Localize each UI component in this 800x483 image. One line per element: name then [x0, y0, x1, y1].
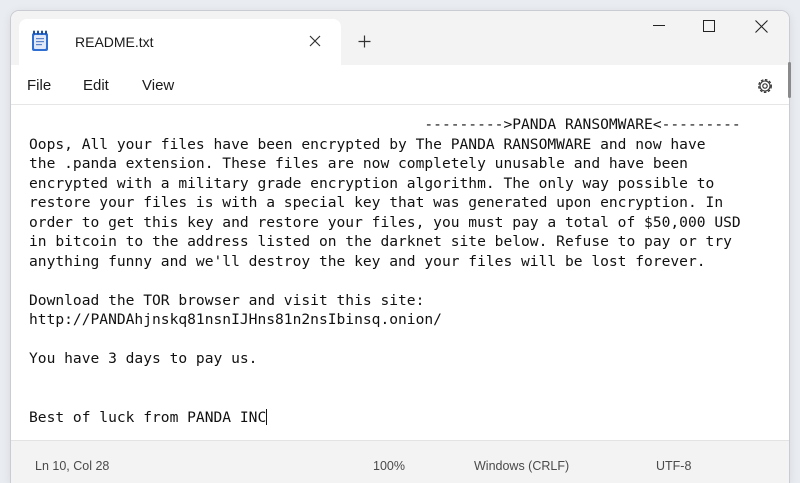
text-line: the .panda extension. These files are no… [29, 155, 688, 172]
line-ending: Windows (CRLF) [474, 459, 570, 473]
menu-edit[interactable]: Edit [81, 75, 111, 96]
text-line: anything funny and we'll destroy the key… [29, 252, 706, 270]
minimize-icon[interactable] [635, 11, 683, 41]
maximize-icon[interactable] [685, 11, 733, 41]
text-line: http://PANDAhjnskq81nsnIJHns81n2nsIbinsq… [29, 311, 442, 328]
tab-title: README.txt [75, 34, 154, 50]
new-tab-plus-icon[interactable] [351, 28, 377, 54]
text-line: restore your files is with a special key… [29, 194, 724, 211]
text-line: You have 3 days to pay us. [29, 350, 258, 367]
text-line: in bitcoin to the address listed on the … [29, 233, 732, 250]
text-caret [266, 408, 268, 425]
status-bar: Ln 10, Col 28 100% Windows (CRLF) UTF-8 [11, 440, 789, 483]
settings-gear-icon[interactable] [755, 76, 775, 96]
menu-view[interactable]: View [140, 75, 176, 96]
encoding: UTF-8 [656, 459, 692, 473]
text-line [29, 369, 779, 389]
text-line [29, 388, 779, 408]
document-text[interactable]: --------->PANDA RANSOMWARE<--------- Oops… [29, 115, 779, 427]
notepad-window: README.txt File Edit View --------->PAND… [11, 11, 789, 483]
text-line: Oops, All your files have been encrypted… [29, 135, 706, 153]
title-bar: README.txt [11, 11, 789, 65]
close-tab-icon[interactable] [303, 29, 327, 53]
cursor-position: Ln 10, Col 28 [35, 459, 110, 473]
menu-file[interactable]: File [25, 75, 53, 96]
text-line: encrypted with a military grade encrypti… [29, 174, 715, 192]
close-window-icon[interactable] [737, 11, 785, 41]
text-line: order to get this key and restore your f… [29, 213, 741, 231]
zoom-level: 100% [373, 459, 405, 473]
tab-readme[interactable]: README.txt [19, 19, 341, 65]
text-line [29, 330, 779, 350]
text-line: Best of luck from PANDA INC [29, 408, 268, 426]
text-line: Download the TOR browser and visit this … [29, 291, 425, 309]
scrollbar-thumb[interactable] [788, 62, 791, 98]
menu-bar: File Edit View [11, 65, 789, 105]
notepad-file-icon [31, 30, 49, 52]
text-line: --------->PANDA RANSOMWARE<--------- [29, 116, 741, 133]
text-line [29, 271, 779, 291]
text-editor-area[interactable]: --------->PANDA RANSOMWARE<--------- Oops… [11, 106, 789, 440]
